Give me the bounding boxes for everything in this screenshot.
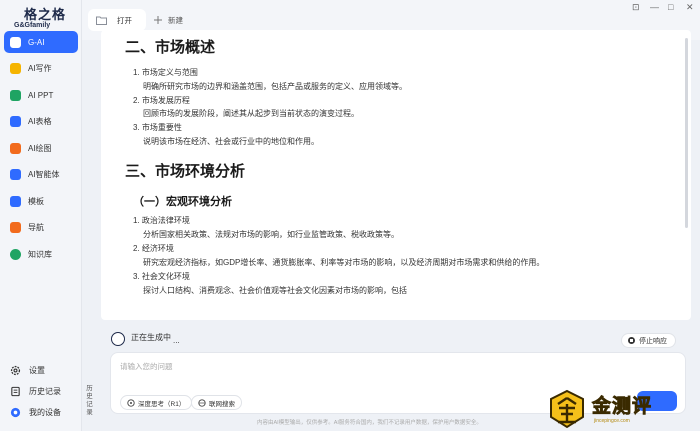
sidebar-item-label: 知识库 (28, 249, 52, 259)
sidebar-item-ai-agent[interactable]: AI智能体 (4, 164, 78, 186)
compass-icon (10, 222, 21, 233)
sidebar-item-knowledge[interactable]: 知识库 (4, 243, 78, 265)
subsection-heading: （一）宏观环境分析 (133, 196, 232, 208)
table-icon (10, 116, 21, 127)
sidebar-item-ai-paint[interactable]: AI绘图 (4, 137, 78, 159)
logo-name: 格之格 (24, 8, 67, 23)
list-item: 3. 社会文化环境 (133, 272, 190, 281)
sidebar-item-ai-ppt[interactable]: AI PPT (4, 84, 78, 106)
pin-icon[interactable]: ⊡ (632, 2, 640, 13)
close-button[interactable]: ✕ (686, 2, 694, 13)
web-search-label: 联网搜索 (209, 400, 235, 408)
app-logo: 格之格 G&Gfamily (14, 4, 74, 32)
watermark-subtext: jincepingce.com (594, 418, 630, 424)
sidebar-item-label: 导航 (28, 223, 44, 232)
list-item: 2. 市场发展历程 (133, 96, 190, 105)
section-heading: 三、市场环境分析 (125, 163, 246, 180)
paint-icon (10, 142, 21, 154)
generating-dots: ... (173, 336, 180, 345)
disclaimer-note: 内容由AI模型输出，仅供参考。AI服务符合国内，我们不记录用户数据，保护用户数据… (257, 420, 482, 426)
list-item-desc: 回顾市场的发展阶段，阐述其从起步到当前状态的演变过程。 (143, 109, 359, 118)
sidebar-item-label: 模板 (28, 196, 44, 206)
list-item-desc: 说明该市场在经济、社会或行业中的地位和作用。 (143, 137, 319, 146)
plus-icon (154, 16, 162, 24)
settings-label: 设置 (29, 366, 45, 375)
deep-think-toggle[interactable]: 深度思考（R1） (120, 395, 193, 410)
sidebar-item-g-ai[interactable]: G-AI (4, 31, 78, 53)
template-icon (10, 195, 21, 207)
generating-status: 正在生成中 (131, 333, 171, 342)
watermark-logo-icon (550, 389, 584, 429)
sidebar-nav: G-AI AI写作 AI PPT AI表格 AI绘图 AI智能体 模板 导航 知… (4, 31, 78, 270)
sidebar-item-label: AI表格 (28, 117, 52, 126)
list-item-desc: 探讨人口结构、消费观念、社会价值观等社会文化因素对市场的影响，包括 (143, 286, 407, 295)
deep-think-label: 深度思考（R1） (138, 400, 186, 408)
device-icon (10, 407, 21, 418)
pen-icon (10, 63, 21, 74)
list-item: 2. 经济环境 (133, 244, 174, 253)
sidebar-item-label: AI PPT (28, 90, 54, 100)
ai-avatar-icon (111, 332, 125, 346)
history-button[interactable]: 历史记录 (4, 383, 64, 400)
g-ai-icon (10, 36, 21, 48)
sidebar-item-label: AI绘图 (28, 143, 52, 153)
history-vertical-tab[interactable]: 历史记录 (85, 385, 94, 417)
maximize-button[interactable]: □ (668, 2, 673, 12)
sidebar-item-label: G-AI (28, 37, 45, 47)
stop-icon (628, 337, 635, 344)
my-devices-button[interactable]: 我的设备 (4, 404, 64, 421)
knowledge-icon (10, 248, 21, 260)
settings-button[interactable]: 设置 (4, 362, 64, 379)
new-tab-label: 新建 (168, 15, 183, 25)
globe-icon (198, 398, 206, 407)
list-item: 1. 市场定义与范围 (133, 68, 198, 77)
ppt-icon (10, 89, 21, 101)
sidebar-item-template[interactable]: 模板 (4, 190, 78, 212)
stop-response-button[interactable]: 停止响应 (621, 333, 676, 348)
section-heading: 二、市场概述 (125, 39, 216, 56)
sidebar: 格之格 G&Gfamily G-AI AI写作 AI PPT AI表格 AI绘图… (0, 0, 82, 431)
devices-label: 我的设备 (29, 408, 61, 417)
deep-think-icon (127, 398, 135, 407)
history-icon (11, 386, 20, 397)
sidebar-item-label: AI写作 (28, 64, 52, 73)
new-tab-button[interactable]: 新建 (154, 9, 183, 31)
history-label: 历史记录 (29, 387, 61, 396)
stop-response-label: 停止响应 (639, 337, 667, 345)
logo-subtitle: G&Gfamily (14, 22, 51, 29)
watermark-text: 金测评 (592, 396, 653, 418)
folder-icon (96, 16, 107, 25)
sidebar-item-ai-writing[interactable]: AI写作 (4, 58, 78, 80)
list-item: 1. 政治法律环境 (133, 216, 190, 225)
gear-icon (10, 365, 21, 376)
sidebar-item-label: AI智能体 (28, 170, 60, 179)
list-item-desc: 明确所研究市场的边界和涵盖范围，包括产品或服务的定义、应用领域等。 (143, 82, 407, 91)
tab-open[interactable]: 打开 (88, 9, 146, 31)
sidebar-item-navigation[interactable]: 导航 (4, 217, 78, 239)
list-item: 3. 市场重要性 (133, 123, 182, 132)
list-item-desc: 分析国家相关政策、法规对市场的影响，如行业监管政策、税收政策等。 (143, 230, 399, 239)
watermark: 金测评 jincepingce.com (547, 389, 697, 429)
sidebar-item-ai-table[interactable]: AI表格 (4, 111, 78, 133)
question-input[interactable] (120, 359, 520, 373)
web-search-toggle[interactable]: 联网搜索 (191, 395, 242, 410)
minimize-button[interactable]: — (650, 2, 659, 12)
agent-icon (10, 169, 21, 180)
sidebar-bottom: 设置 历史记录 我的设备 (4, 362, 64, 425)
tab-open-label: 打开 (117, 15, 132, 25)
document-panel: 二、市场概述 1. 市场定义与范围 明确所研究市场的边界和涵盖范围，包括产品或服… (101, 30, 691, 320)
scrollbar[interactable] (685, 38, 688, 228)
list-item-desc: 研究宏观经济指标，如GDP增长率、通货膨胀率、利率等对市场的影响，以及经济周期对… (143, 258, 545, 267)
